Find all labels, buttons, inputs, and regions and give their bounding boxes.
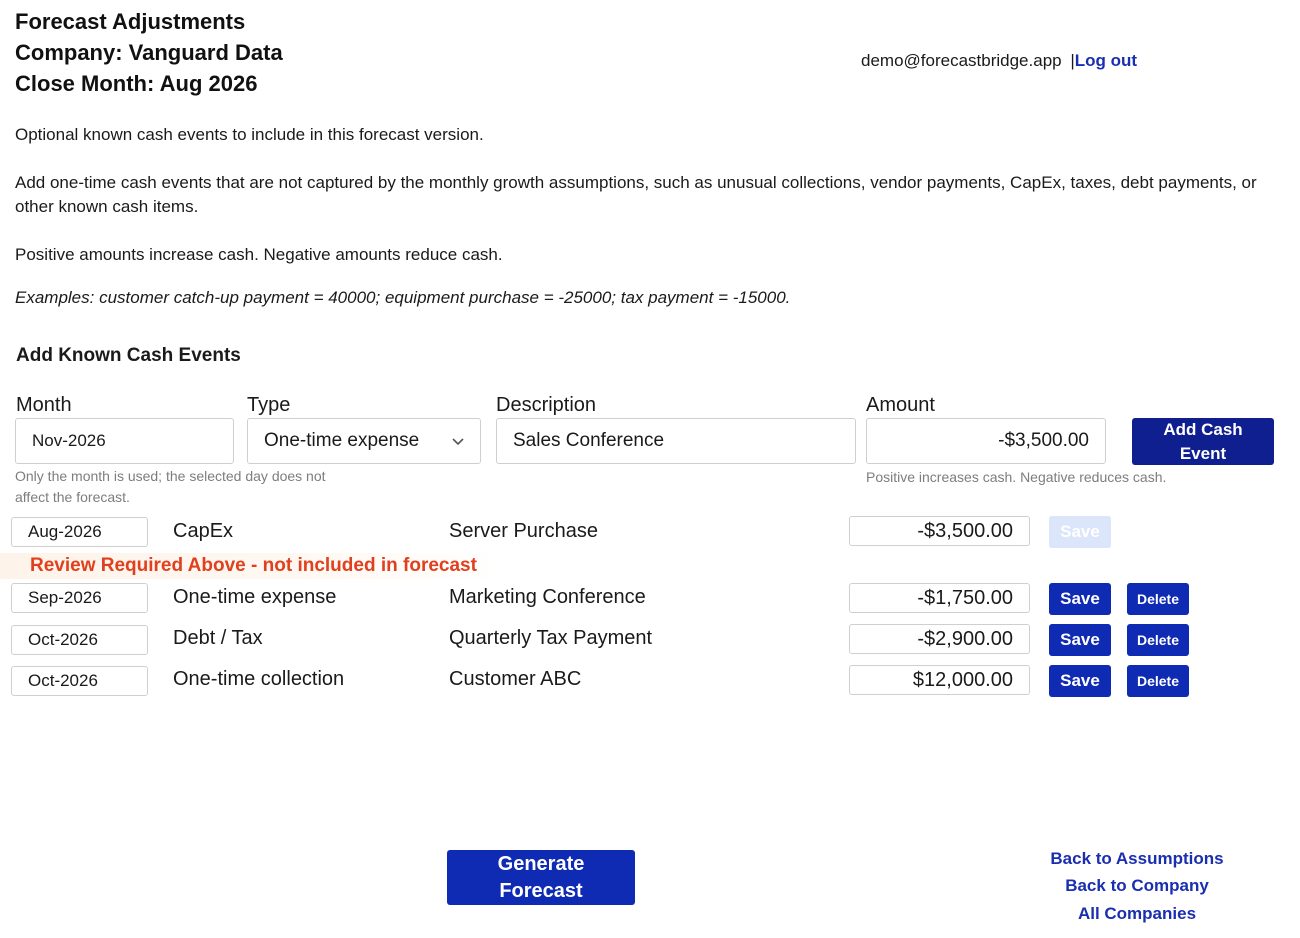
event-amount-value: -$3,500.00 xyxy=(917,519,1013,542)
page-title: Forecast Adjustments xyxy=(15,9,246,34)
chevron-down-icon xyxy=(452,433,464,449)
delete-button[interactable]: Delete xyxy=(1127,665,1189,697)
save-button-disabled[interactable]: Save xyxy=(1049,516,1111,548)
sign-convention-text: Positive amounts increase cash. Negative… xyxy=(15,245,503,264)
event-description: Marketing Conference xyxy=(449,586,646,608)
event-amount-value: -$2,900.00 xyxy=(917,627,1013,650)
all-companies-link[interactable]: All Companies xyxy=(1017,904,1257,924)
event-amount-input[interactable]: $12,000.00 xyxy=(849,665,1030,695)
month-help-text: Only the month is used; the selected day… xyxy=(15,468,326,505)
user-email: demo@forecastbridge.app xyxy=(861,51,1062,70)
event-type: Debt / Tax xyxy=(173,627,263,649)
event-type: CapEx xyxy=(173,520,234,542)
event-amount-input[interactable]: -$2,900.00 xyxy=(849,624,1030,654)
user-bar: demo@forecastbridge.app |Log out xyxy=(861,51,1137,71)
amount-help-text: Positive increases cash. Negative reduce… xyxy=(866,469,1167,485)
logout-link[interactable]: Log out xyxy=(1075,51,1137,70)
type-label: Type xyxy=(247,394,291,416)
month-input-value: Nov-2026 xyxy=(32,431,106,450)
event-type: One-time collection xyxy=(173,668,345,690)
event-month-input[interactable]: Oct-2026 xyxy=(11,666,148,696)
examples-text: Examples: customer catch-up payment = 40… xyxy=(15,288,791,307)
save-button[interactable]: Save xyxy=(1049,665,1111,697)
event-description: Server Purchase xyxy=(449,520,598,542)
add-events-heading: Add Known Cash Events xyxy=(16,345,241,366)
event-type: One-time expense xyxy=(173,586,337,608)
description-label: Description xyxy=(496,394,597,416)
type-select[interactable]: One-time expense xyxy=(247,418,481,464)
back-to-assumptions-link[interactable]: Back to Assumptions xyxy=(1017,849,1257,869)
event-month-value: Aug-2026 xyxy=(28,522,102,541)
add-cash-event-label: Add Cash Event xyxy=(1163,419,1243,463)
month-label: Month xyxy=(16,394,72,416)
event-month-input[interactable]: Oct-2026 xyxy=(11,625,148,655)
company-name: Company: Vanguard Data xyxy=(15,40,283,65)
event-description: Quarterly Tax Payment xyxy=(449,627,653,649)
event-amount-input[interactable]: -$1,750.00 xyxy=(849,583,1030,613)
type-select-value: One-time expense xyxy=(264,430,420,451)
event-month-value: Oct-2026 xyxy=(28,671,98,690)
save-button[interactable]: Save xyxy=(1049,624,1111,656)
month-input[interactable]: Nov-2026 xyxy=(15,418,234,464)
amount-label: Amount xyxy=(866,394,935,416)
amount-input-value: -$3,500.00 xyxy=(998,430,1089,451)
generate-forecast-label: Generate Forecast xyxy=(497,852,585,902)
review-warning: Review Required Above - not included in … xyxy=(30,555,477,576)
description-input[interactable]: Sales Conference xyxy=(496,418,856,464)
generate-forecast-button[interactable]: Generate Forecast xyxy=(447,850,635,905)
amount-input[interactable]: -$3,500.00 xyxy=(866,418,1106,464)
event-amount-value: $12,000.00 xyxy=(912,668,1013,691)
delete-button[interactable]: Delete xyxy=(1127,583,1189,615)
add-cash-event-button[interactable]: Add Cash Event xyxy=(1132,418,1274,465)
event-month-value: Oct-2026 xyxy=(28,630,98,649)
event-amount-value: -$1,750.00 xyxy=(917,586,1013,609)
event-month-input[interactable]: Sep-2026 xyxy=(11,583,148,613)
intro-text: Optional known cash events to include in… xyxy=(15,125,484,144)
intro-description: Add one-time cash events that are not ca… xyxy=(15,173,1257,216)
delete-button[interactable]: Delete xyxy=(1127,624,1189,656)
description-input-value: Sales Conference xyxy=(513,430,665,451)
event-description: Customer ABC xyxy=(449,668,582,690)
close-month: Close Month: Aug 2026 xyxy=(15,71,258,96)
event-month-value: Sep-2026 xyxy=(28,588,102,607)
event-month-input[interactable]: Aug-2026 xyxy=(11,517,148,547)
back-to-company-link[interactable]: Back to Company xyxy=(1017,876,1257,896)
event-amount-input[interactable]: -$3,500.00 xyxy=(849,516,1030,546)
save-button[interactable]: Save xyxy=(1049,583,1111,615)
